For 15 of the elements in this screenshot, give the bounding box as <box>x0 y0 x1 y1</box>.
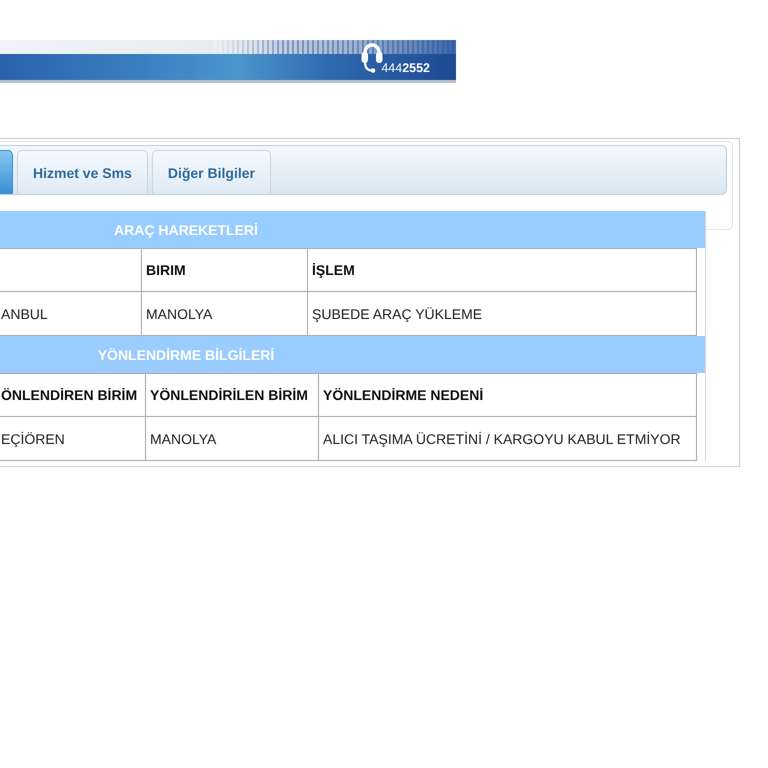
tab[interactable] <box>0 150 13 194</box>
tab[interactable]: Diğer Bilgiler <box>152 150 271 194</box>
table-cell: ALICI TAŞIMA ÜCRETİNİ / KARGOYU KABUL ETMİYOR <box>319 417 697 461</box>
section-header: YÖNLENDİRME BİLGİLERİ <box>0 336 705 373</box>
table-header-cell: BIRIM <box>142 249 308 292</box>
table-header-cell: İŞLEM <box>308 249 697 292</box>
headset-icon <box>361 41 384 73</box>
tab[interactable]: Hizmet ve Sms <box>17 150 148 194</box>
table-header-cell: YÖNLENDİRME NEDENİ <box>319 374 697 417</box>
table-cell: EÇİÖREN <box>0 417 146 461</box>
table-cell: MANOLYA <box>146 417 319 461</box>
table-header-cell: YÖNLENDİRİLEN BİRİM <box>146 374 319 417</box>
table-header-cell: ÖNLENDİREN BİRİM <box>0 374 146 417</box>
section-header: ARAÇ HAREKETLERİ <box>0 211 705 248</box>
phone-number: 4442552 <box>381 62 430 74</box>
